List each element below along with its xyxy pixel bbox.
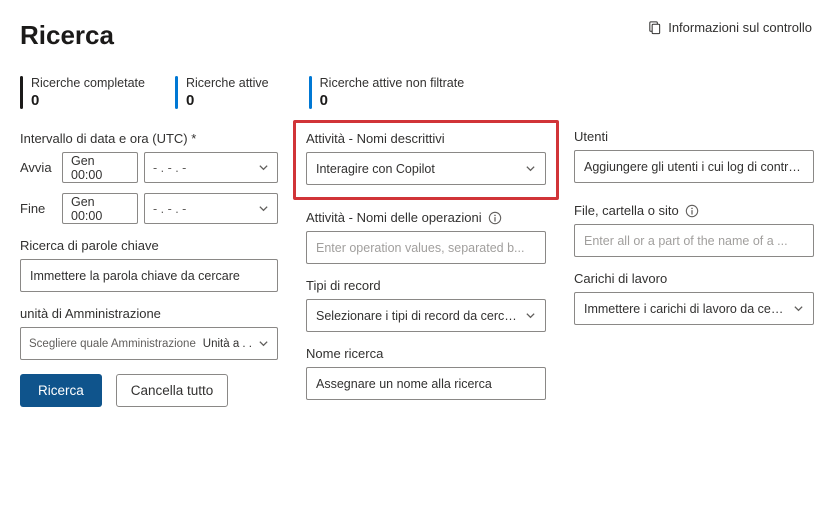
keyword-input[interactable]: Immettere la parola chiave da cercare [20,259,278,292]
keyword-placeholder: Immettere la parola chiave da cercare [30,269,240,283]
chevron-down-icon [258,338,269,349]
stat-bar [20,76,23,109]
activities-desc-label: Attività - Nomi descrittivi [306,131,546,146]
stat-unfiltered: Ricerche attive non filtrate 0 [309,76,465,109]
operations-input[interactable]: Enter operation values, separated b... [306,231,546,264]
search-name-label: Nome ricerca [306,346,546,361]
operations-placeholder: Enter operation values, separated b... [316,241,524,255]
stat-completed: Ricerche completate 0 [20,76,145,109]
operations-label: Attività - Nomi delle operazioni [306,210,546,225]
stats-row: Ricerche completate 0 Ricerche attive 0 … [20,76,812,109]
chevron-down-icon [258,203,269,214]
users-label: Utenti [574,129,814,144]
chevron-down-icon [525,163,536,174]
start-time-value: - . - . - [153,161,186,175]
stat-value: 0 [31,92,145,109]
workloads-label: Carichi di lavoro [574,271,814,286]
workloads-placeholder: Immettere i carichi di lavoro da cercare [584,302,787,316]
end-label: Fine [20,201,56,216]
page-title: Ricerca [20,20,114,51]
info-icon[interactable] [488,211,502,225]
chevron-down-icon [258,162,269,173]
search-name-input[interactable]: Assegnare un nome alla ricerca [306,367,546,400]
end-time-value: - . - . - [153,202,186,216]
start-date-input[interactable]: Gen 00:00 [62,152,138,183]
start-label: Avvia [20,160,56,175]
clear-button[interactable]: Cancella tutto [116,374,229,407]
users-placeholder: Aggiungere gli utenti i cui log di contr… [584,160,804,174]
activities-desc-select[interactable]: Interagire con Copilot [306,152,546,185]
workloads-select[interactable]: Immettere i carichi di lavoro da cercare [574,292,814,325]
users-input[interactable]: Aggiungere gli utenti i cui log di contr… [574,150,814,183]
file-input[interactable]: Enter all or a part of the name of a ... [574,224,814,257]
stat-value: 0 [186,92,269,109]
stat-value: 0 [320,92,465,109]
admin-unit-select[interactable]: Scegliere quale Amministrazione Unità a … [20,327,278,360]
end-time-input[interactable]: - . - . - [144,193,278,224]
highlight-activities-box: Attività - Nomi descrittivi Interagire c… [293,120,559,200]
documents-icon [647,20,662,35]
keyword-label: Ricerca di parole chiave [20,238,278,253]
info-icon[interactable] [685,204,699,218]
datetime-label: Intervallo di data e ora (UTC) * [20,131,278,146]
record-types-select[interactable]: Selezionare i tipi di record da cercare [306,299,546,332]
stat-active: Ricerche attive 0 [175,76,269,109]
file-placeholder: Enter all or a part of the name of a ... [584,234,788,248]
stat-label: Ricerche attive [186,76,269,90]
end-date-value: Gen 00:00 [71,195,129,223]
activities-desc-value: Interagire con Copilot [316,162,435,176]
start-time-input[interactable]: - . - . - [144,152,278,183]
search-name-placeholder: Assegnare un nome alla ricerca [316,377,492,391]
record-types-placeholder: Selezionare i tipi di record da cercare [316,309,519,323]
admin-unit-label: unità di Amministrazione [20,306,278,321]
admin-value: Unità a . . [203,338,252,350]
stat-label: Ricerche attive non filtrate [320,76,465,90]
stat-bar [309,76,312,109]
chevron-down-icon [525,310,536,321]
stat-bar [175,76,178,109]
info-link-label: Informazioni sul controllo [668,20,812,35]
chevron-down-icon [793,303,804,314]
end-date-input[interactable]: Gen 00:00 [62,193,138,224]
admin-hint: Scegliere quale Amministrazione [29,338,196,350]
record-types-label: Tipi di record [306,278,546,293]
stat-label: Ricerche completate [31,76,145,90]
start-date-value: Gen 00:00 [71,154,129,182]
search-button[interactable]: Ricerca [20,374,102,407]
file-label: File, cartella o sito [574,203,814,218]
info-link[interactable]: Informazioni sul controllo [647,20,812,35]
